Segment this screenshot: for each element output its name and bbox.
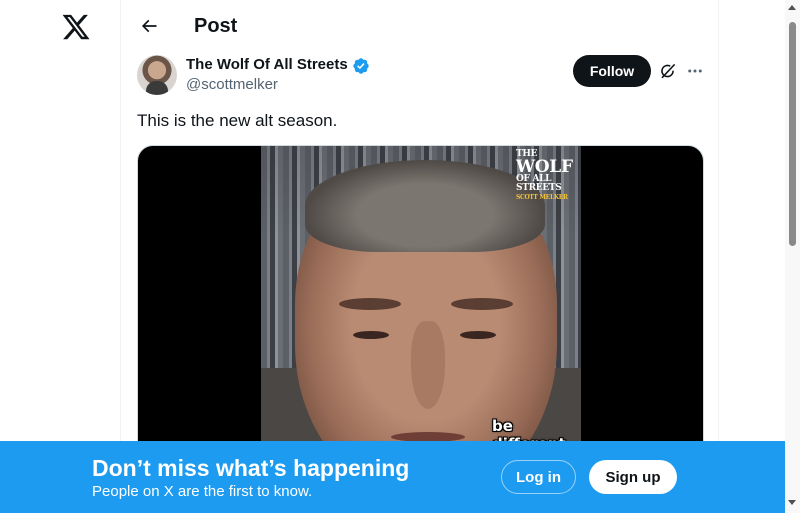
- left-rail: [0, 0, 120, 513]
- grok-button[interactable]: [655, 59, 679, 83]
- banner-title: Don’t miss what’s happening: [92, 455, 410, 481]
- watermark-line3: OF ALL STREETS: [516, 174, 562, 193]
- speaker-brow-left: [339, 298, 401, 310]
- watermark-line4: SCOTT MELKER: [516, 194, 568, 201]
- speaker-brow-right: [451, 298, 513, 310]
- author-handle[interactable]: @scottmelker: [186, 76, 278, 94]
- follow-button[interactable]: Follow: [573, 55, 651, 87]
- video-watermark: THE WOLF OF ALL STREETS SCOTT MELKER: [516, 150, 578, 202]
- verified-badge-icon: [353, 58, 369, 74]
- scroll-down-arrow-icon[interactable]: [788, 500, 796, 505]
- scrollbar-thumb[interactable]: [789, 22, 796, 246]
- author-row: The Wolf Of All Streets @scottmelker Fol…: [137, 55, 704, 97]
- scrollbar[interactable]: [785, 0, 800, 513]
- author-name[interactable]: The Wolf Of All Streets: [186, 56, 348, 74]
- login-button[interactable]: Log in: [501, 460, 576, 494]
- speaker-eye-right: [460, 331, 496, 339]
- page-title: Post: [194, 15, 238, 37]
- arrow-left-icon: [141, 19, 157, 33]
- banner-subtitle: People on X are the first to know.: [92, 483, 313, 500]
- back-button[interactable]: [133, 10, 165, 42]
- x-logo-icon[interactable]: [61, 12, 91, 42]
- main-column: Post The Wolf Of All Streets @scottmelke…: [120, 0, 719, 513]
- speaker-nose: [411, 321, 445, 409]
- scroll-up-arrow-icon[interactable]: [788, 5, 796, 10]
- signup-button[interactable]: Sign up: [589, 460, 677, 494]
- more-horizontal-icon: [688, 69, 702, 73]
- post-header: Post: [121, 0, 718, 53]
- avatar[interactable]: [137, 55, 177, 95]
- signup-banner: Don’t miss what’s happening People on X …: [0, 441, 785, 513]
- watermark-line2: WOLF: [516, 157, 573, 177]
- post-text: This is the new alt season.: [137, 111, 338, 130]
- speaker-eye-left: [353, 331, 389, 339]
- grok-icon: [660, 63, 675, 78]
- more-button[interactable]: [683, 59, 707, 83]
- speaker-hair: [305, 160, 545, 252]
